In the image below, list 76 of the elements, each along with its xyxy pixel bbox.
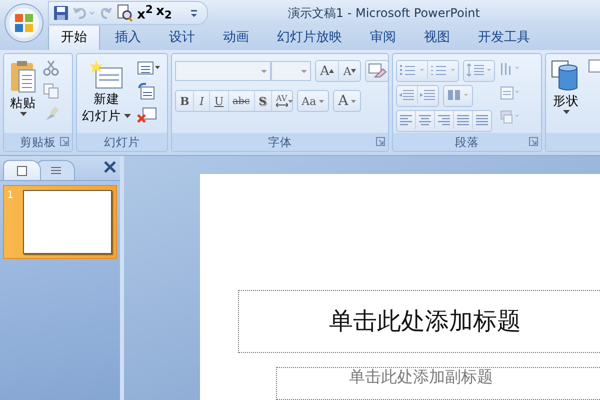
paste-button[interactable]: 粘贴: [7, 58, 39, 119]
ribbon-tab[interactable]: 开发工具: [465, 24, 543, 50]
clear-formatting-icon[interactable]: [366, 61, 388, 79]
dropdown-icon: [261, 70, 267, 74]
cut-icon[interactable]: [43, 60, 59, 76]
ribbon-tab[interactable]: 开始: [48, 24, 100, 50]
print-preview-icon[interactable]: [116, 4, 134, 22]
caret-icon: [288, 100, 293, 103]
font-size-field[interactable]: [271, 61, 311, 81]
dialog-launcher-icon[interactable]: [376, 137, 385, 146]
smartart-icon[interactable]: [499, 108, 521, 126]
subtitle-placeholder[interactable]: 单击此处添加副标题: [276, 366, 600, 400]
caret-icon: [319, 100, 324, 102]
ribbon-tab[interactable]: 设计: [156, 24, 208, 50]
dialog-launcher-icon[interactable]: [529, 137, 538, 146]
line-spacing-icon[interactable]: [464, 61, 494, 79]
caret-up-icon: [329, 69, 334, 73]
format-button[interactable]: S: [254, 91, 271, 111]
delete-slide-icon[interactable]: [137, 106, 157, 124]
ribbon-tab[interactable]: 动画: [210, 24, 262, 50]
text-direction-icon[interactable]: [499, 60, 521, 78]
ribbon-tab[interactable]: 视图: [411, 24, 463, 50]
shapes-button[interactable]: 形状: [549, 58, 583, 117]
format-painter-icon[interactable]: [43, 106, 59, 122]
align-right-icon[interactable]: [434, 111, 453, 129]
save-icon[interactable]: [53, 5, 69, 21]
ribbon-tab[interactable]: 插入: [102, 24, 154, 50]
group-title: 段落: [455, 134, 479, 150]
caret-icon: [562, 110, 570, 115]
double-arrow-icon: [276, 103, 288, 107]
align-text-icon[interactable]: [499, 84, 521, 102]
outline-tab[interactable]: [37, 160, 75, 180]
dropdown-icon: [301, 70, 307, 74]
ribbon-tab[interactable]: 审阅: [357, 24, 409, 50]
format-button[interactable]: B: [176, 91, 194, 111]
format-button[interactable]: I: [193, 91, 210, 111]
subscript-button[interactable]: x$_{2}$: [156, 4, 172, 22]
shrink-font-button[interactable]: A: [338, 61, 360, 81]
format-button[interactable]: U: [209, 91, 228, 111]
format-button[interactable]: abc: [228, 91, 254, 111]
ribbon-tab[interactable]: 幻灯片放映: [264, 24, 355, 50]
slide-number: 1: [7, 190, 14, 203]
caret-icon: [351, 100, 356, 102]
reset-slide-icon[interactable]: [137, 82, 155, 100]
justify-icon[interactable]: [453, 111, 472, 129]
group-title: 幻灯片: [104, 134, 140, 150]
caret-down-icon: [351, 69, 356, 73]
new-slide-icon: [90, 60, 124, 90]
caret-icon: [124, 114, 131, 118]
increase-indent-icon[interactable]: [417, 86, 438, 104]
slides-tab[interactable]: [3, 160, 41, 180]
align-center-icon[interactable]: [415, 111, 434, 129]
clipboard-icon: [9, 60, 37, 94]
dialog-launcher-icon[interactable]: [60, 137, 69, 146]
grow-font-button[interactable]: A: [316, 61, 338, 81]
format-button[interactable]: A: [334, 91, 360, 111]
format-button[interactable]: Aa: [298, 91, 328, 111]
copy-icon[interactable]: [43, 83, 59, 99]
numbering-icon[interactable]: [427, 61, 458, 79]
subtitle-placeholder-text: 单击此处添加副标题: [349, 366, 493, 386]
title-placeholder-text: 单击此处添加标题: [329, 306, 521, 338]
group-title: 剪贴板: [20, 134, 56, 150]
group-footer: [546, 133, 600, 151]
new-slide-button[interactable]: 新建 幻灯片: [80, 58, 133, 126]
title-placeholder[interactable]: 单击此处添加标题: [238, 290, 600, 353]
font-name-field[interactable]: [175, 61, 271, 81]
distributed-icon[interactable]: [472, 111, 491, 129]
slide-icon: [17, 166, 27, 176]
close-icon[interactable]: [104, 161, 116, 173]
outline-icon: [50, 166, 62, 176]
superscript-button[interactable]: x$^{2}$: [137, 4, 153, 22]
caret-icon: [20, 112, 26, 117]
group-title: 字体: [268, 134, 292, 150]
layout-icon[interactable]: [137, 60, 161, 76]
window-title: 演示文稿1 - Microsoft PowerPoint: [288, 4, 480, 22]
format-button[interactable]: AV: [270, 91, 292, 111]
